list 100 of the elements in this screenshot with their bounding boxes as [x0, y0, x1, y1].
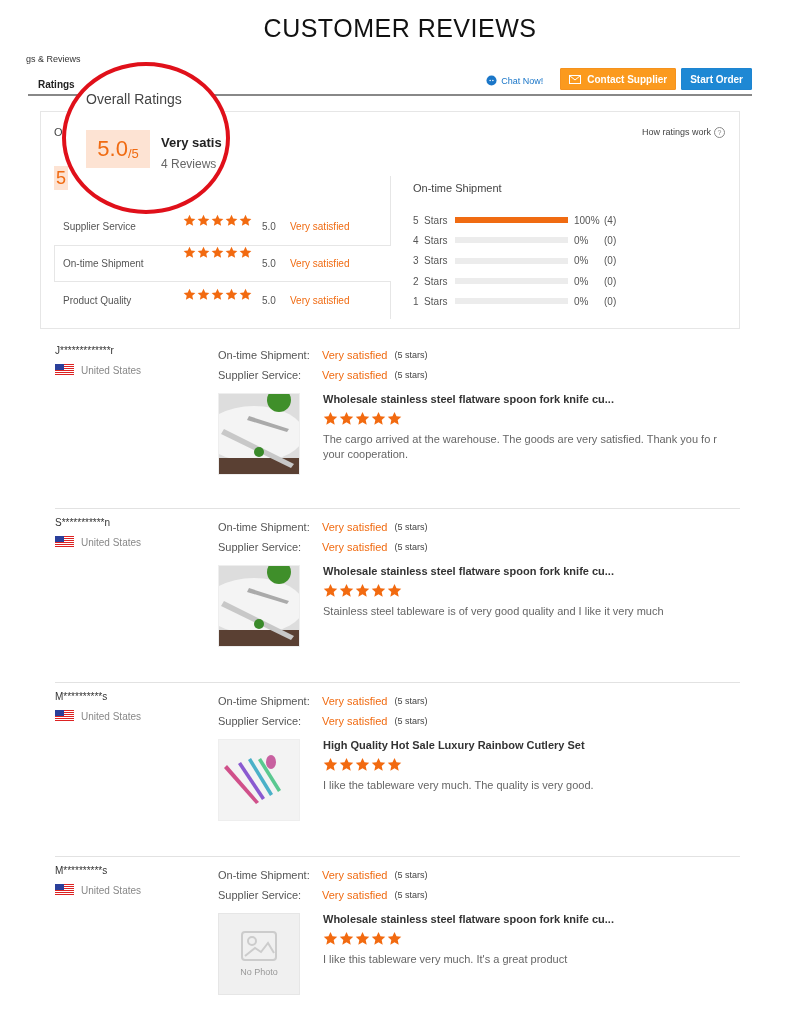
star-icon	[197, 246, 210, 259]
rating-label: Supplier Service	[63, 221, 137, 232]
star-level-label: 2 Stars	[413, 275, 449, 287]
magnified-verdict: Very satis	[161, 135, 222, 150]
rating-verdict: Very satisfied	[322, 869, 388, 881]
rating-label: Product Quality	[63, 295, 133, 306]
stars-text: (5 stars)	[394, 716, 428, 726]
rating-verdict: Very satisfied	[322, 695, 388, 707]
star-icon	[371, 931, 386, 946]
flag-icon	[55, 364, 74, 376]
reviewer-name: M**********s	[55, 865, 109, 876]
review-comment: I like this tableware very much. It's a great product	[323, 952, 569, 967]
count-text: (0)	[604, 234, 617, 246]
histogram-title: On-time Shipment	[413, 182, 503, 194]
percent-text: 0%	[574, 234, 590, 246]
percent-text: 0%	[574, 275, 590, 287]
star-icon	[355, 411, 370, 426]
flag-icon	[55, 536, 74, 548]
country-text: United States	[81, 536, 142, 548]
magnified-title: Overall Ratings	[86, 91, 182, 107]
count-text: (0)	[604, 255, 617, 267]
star-level-label: 4 Stars	[413, 234, 449, 246]
star-icon	[323, 583, 338, 598]
star-icon	[183, 246, 196, 259]
count-text: (0)	[604, 295, 617, 307]
percent-text: 0%	[574, 255, 590, 267]
review-comment: Stainless steel tableware is of very good quality and I like it very much	[323, 604, 665, 619]
star-icon	[387, 583, 402, 598]
rating-label: On-time Shipment:	[218, 695, 311, 707]
star-icon	[225, 213, 238, 227]
no-photo-text: No Photo	[240, 967, 278, 977]
stars-text: (5 stars)	[394, 370, 428, 380]
star-icon	[387, 411, 402, 426]
stars-text: (5 stars)	[394, 542, 428, 552]
reviewer-name: S***********n	[55, 517, 112, 528]
reviewer-name: J*************r	[55, 345, 115, 356]
rating-score: 5.0	[262, 295, 277, 306]
star-icon	[371, 411, 386, 426]
rating-verdict: Very satisfied	[290, 221, 350, 232]
rating-label: On-time Shipment	[63, 258, 145, 269]
product-title[interactable]: Wholesale stainless steel flatware spoon fork knife cu...	[323, 393, 731, 405]
percent-text: 100%	[574, 214, 601, 226]
product-title[interactable]: Wholesale stainless steel flatware spoon fork knife cu...	[323, 565, 731, 577]
review-comment: I like the tableware very much. The quality is very good.	[323, 778, 595, 793]
rating-verdict: Very satisfied	[290, 295, 350, 306]
rating-label: Supplier Service:	[218, 369, 303, 381]
star-icon	[211, 213, 224, 227]
star-icon	[323, 931, 338, 946]
card-title: O	[54, 126, 63, 138]
star-icon	[225, 246, 238, 259]
star-icon	[239, 213, 252, 227]
stars-text: (5 stars)	[394, 350, 428, 360]
flag-icon	[55, 710, 74, 722]
product-title[interactable]: High Quality Hot Sale Luxury Rainbow Cutlery Set	[323, 739, 731, 751]
star-icon	[355, 757, 370, 772]
star-icon	[339, 931, 354, 946]
rating-verdict: Very satisfied	[322, 889, 388, 901]
product-title[interactable]: Wholesale stainless steel flatware spoon fork knife cu...	[323, 913, 731, 925]
page-title: CUSTOMER REVIEWS	[262, 13, 538, 44]
stars-text: (5 stars)	[394, 522, 428, 532]
rating-verdict: Very satisfied	[322, 715, 388, 727]
star-icon	[183, 213, 196, 227]
rating-score: 5.0	[262, 221, 277, 232]
order-button[interactable]: Start Order	[681, 68, 752, 90]
star-icon	[355, 583, 370, 598]
star-level-label: 5 Stars	[413, 214, 449, 226]
country-text: United States	[81, 710, 142, 722]
breadcrumb[interactable]: gs & Reviews	[26, 54, 81, 64]
star-icon	[239, 287, 252, 301]
country-text: United States	[81, 364, 142, 376]
chat-link[interactable]: Chat Now!	[486, 75, 544, 86]
review-comment: The cargo arrived at the warehouse. The goods are very satisfied. Thank you fo r your cooperation.	[323, 432, 718, 462]
magnified-review-count: 4 Reviews	[161, 157, 217, 171]
rating-label: Supplier Service:	[218, 715, 303, 727]
country-text: United States	[81, 884, 142, 896]
rating-score: 5.0	[262, 258, 277, 269]
rating-label: On-time Shipment:	[218, 869, 311, 881]
stars-text: (5 stars)	[394, 696, 428, 706]
stars-text: (5 stars)	[394, 870, 428, 880]
star-icon	[211, 287, 224, 301]
rating-label: On-time Shipment:	[218, 521, 311, 533]
rating-row[interactable]: On-time Shipment 5.0 Very satisfied	[54, 245, 391, 282]
star-icon	[387, 931, 402, 946]
rating-verdict: Very satisfied	[322, 541, 388, 553]
percent-text: 0%	[574, 295, 590, 307]
chat-icon	[486, 75, 498, 86]
star-icon	[339, 411, 354, 426]
star-icon	[323, 757, 338, 772]
star-icon	[197, 287, 210, 301]
star-icon	[339, 757, 354, 772]
magnified-score: 5.0/5	[86, 130, 150, 168]
star-icon	[355, 931, 370, 946]
rating-label: On-time Shipment:	[218, 349, 311, 361]
star-icon	[387, 757, 402, 772]
tab[interactable]: Ratings	[38, 79, 75, 94]
star-icon	[323, 411, 338, 426]
mail-icon	[569, 74, 582, 84]
image-icon	[241, 931, 277, 961]
star-icon	[339, 583, 354, 598]
rating-label: Supplier Service:	[218, 541, 303, 553]
